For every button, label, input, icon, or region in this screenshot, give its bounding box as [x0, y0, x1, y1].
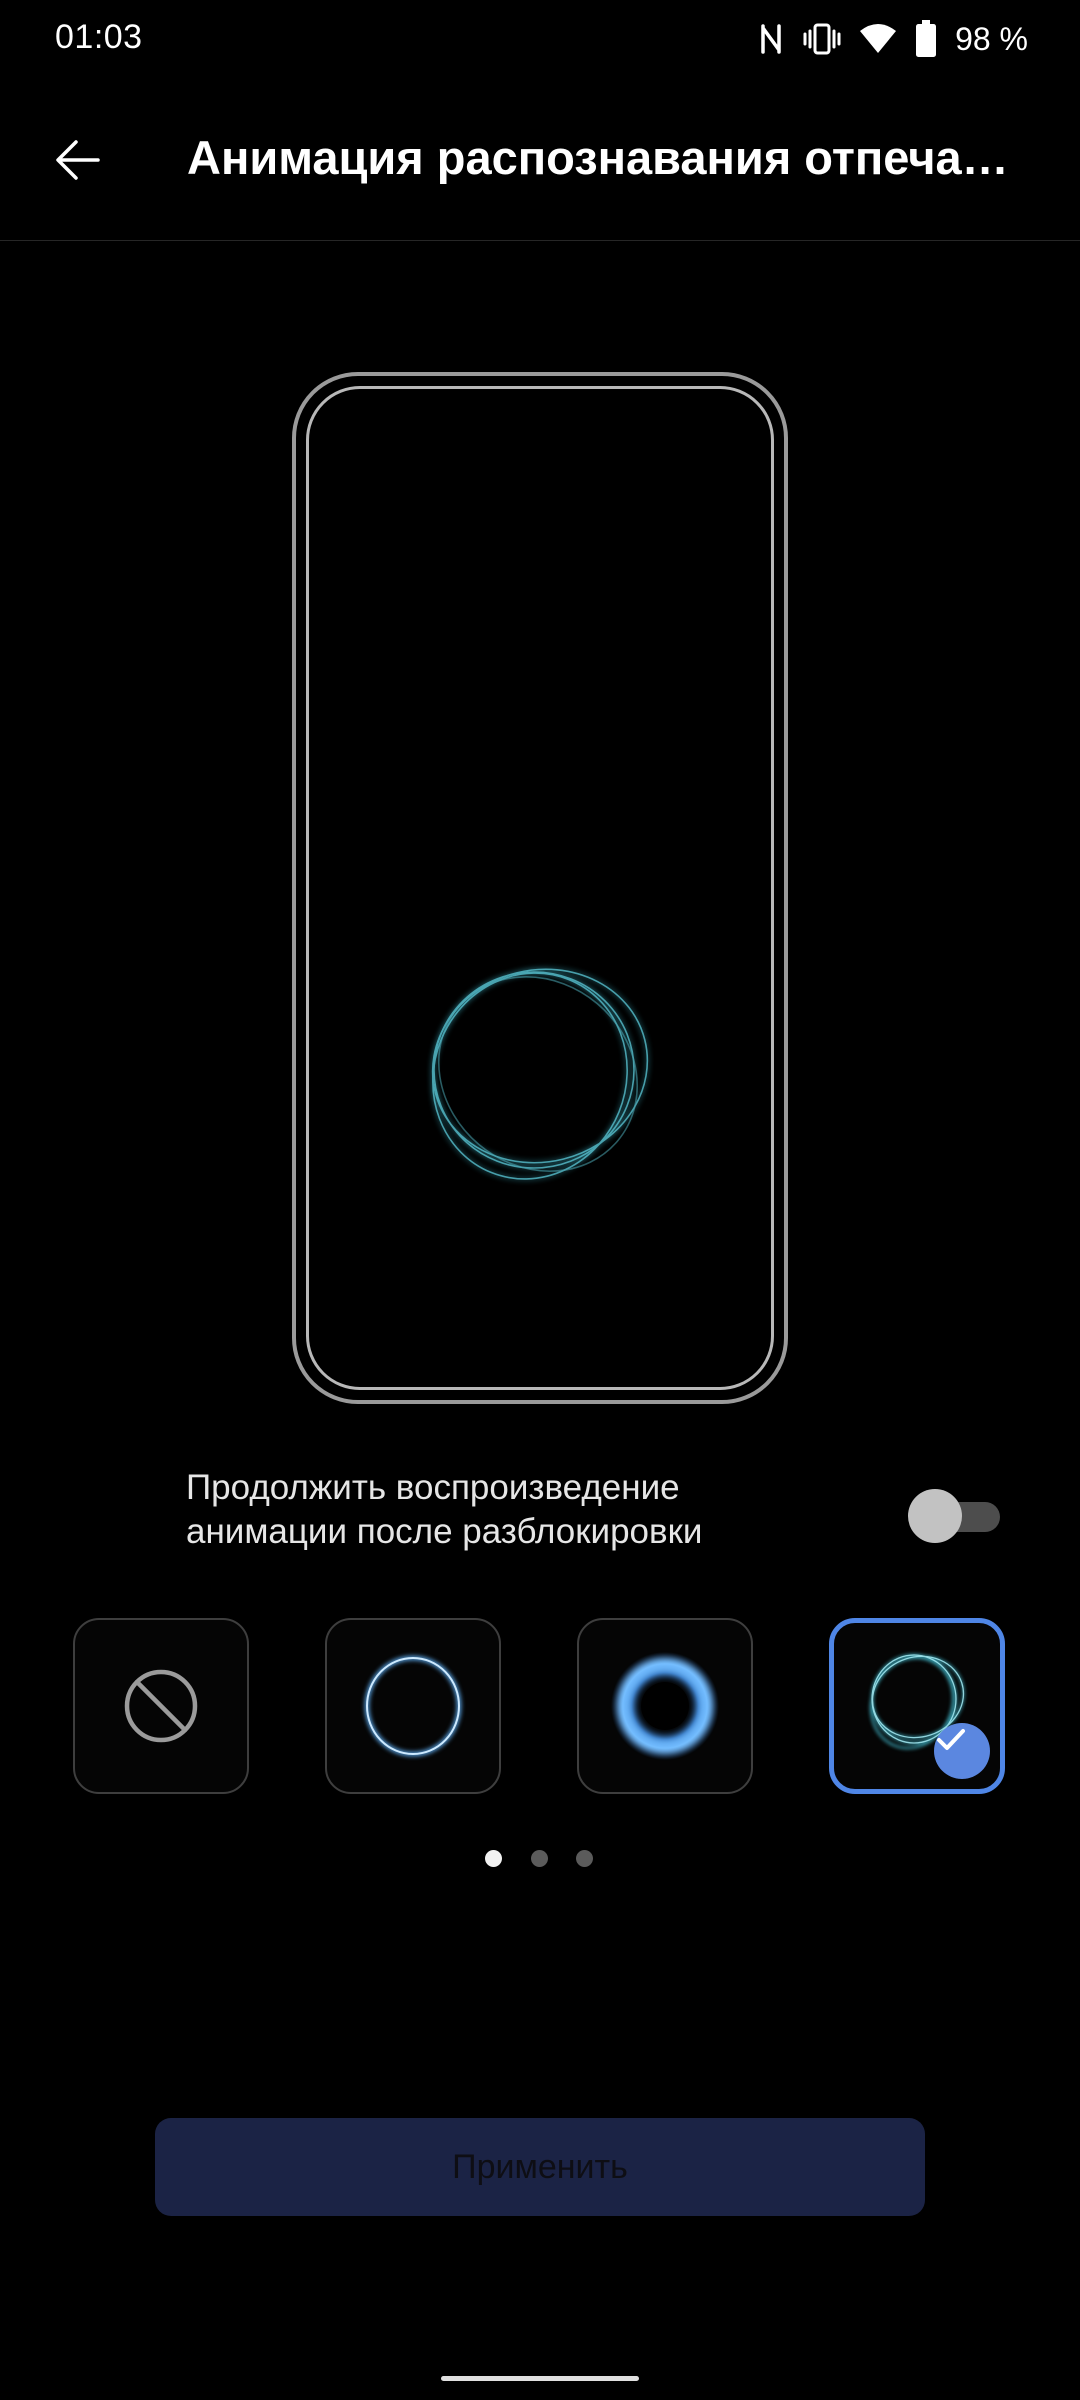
battery-icon — [915, 20, 937, 58]
animation-options — [73, 1618, 1007, 1796]
page-dot-3[interactable] — [576, 1850, 593, 1867]
continue-animation-setting: Продолжить воспроизведение анимации посл… — [186, 1466, 1006, 1566]
phone-preview — [292, 372, 788, 1404]
page-dot-1[interactable] — [485, 1850, 502, 1867]
app-bar: Анимация распознавания отпечатка пальца — [0, 80, 1080, 241]
page-indicator — [470, 1848, 610, 1870]
nfc-icon — [759, 22, 785, 56]
phone-frame-inner — [306, 386, 774, 1390]
continue-animation-label: Продолжить воспроизведение анимации посл… — [186, 1468, 703, 1551]
back-button[interactable] — [34, 118, 122, 206]
gesture-nav-handle[interactable] — [441, 2376, 639, 2381]
page-dot-2[interactable] — [531, 1850, 548, 1867]
battery-percentage: 98 % — [955, 20, 1028, 57]
selected-check-badge — [934, 1723, 990, 1779]
status-icons: 98 % — [759, 14, 1028, 64]
wifi-icon — [859, 23, 897, 55]
option-wave-ring[interactable] — [829, 1618, 1005, 1794]
option-none[interactable] — [73, 1618, 249, 1794]
option-glow-ring[interactable] — [577, 1618, 753, 1794]
status-time: 01:03 — [55, 18, 143, 56]
toggle-thumb — [908, 1489, 962, 1543]
status-bar: 01:03 98 % — [0, 0, 1080, 80]
vibrate-icon — [803, 22, 841, 56]
wave-ring-animation — [406, 944, 666, 1204]
apply-button[interactable]: Применить — [155, 2118, 925, 2216]
page-title: Анимация распознавания отпечатка пальца — [187, 131, 1027, 184]
option-thin-ring[interactable] — [325, 1618, 501, 1794]
continue-animation-toggle[interactable] — [908, 1488, 1000, 1544]
arrow-left-icon — [54, 136, 102, 189]
